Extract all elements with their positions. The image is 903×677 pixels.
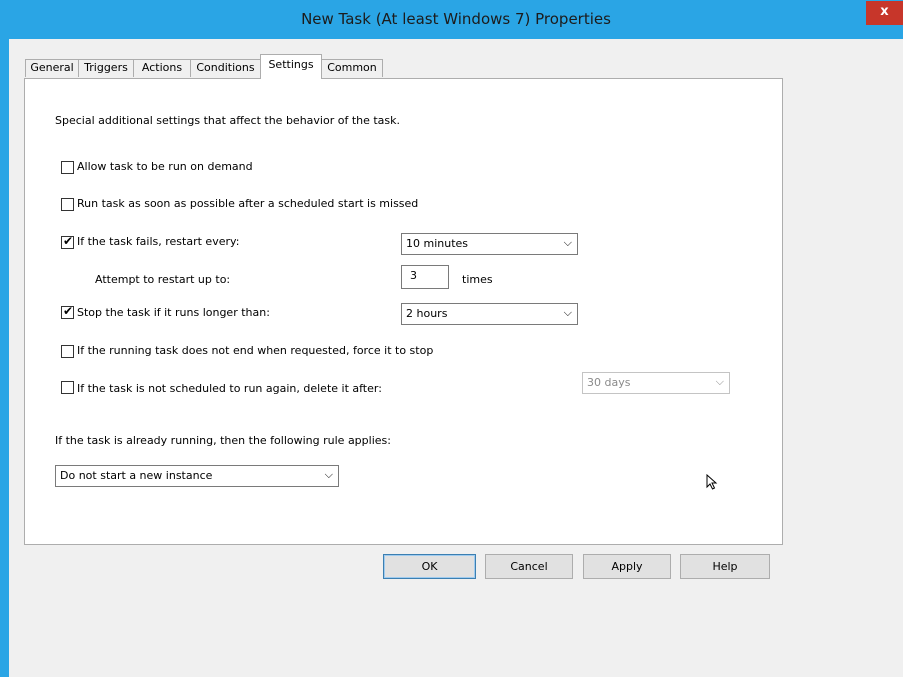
restart-interval-dropdown[interactable]: 10 minutes ⌵ bbox=[401, 233, 578, 255]
run-missed-checkbox[interactable] bbox=[61, 198, 74, 211]
tab-settings[interactable]: Settings bbox=[260, 54, 322, 79]
settings-description: Special additional settings that affect … bbox=[55, 114, 401, 127]
settings-panel: Special additional settings that affect … bbox=[24, 78, 783, 545]
stop-long-checkbox[interactable]: ✔ bbox=[61, 304, 74, 319]
tab-general[interactable]: General bbox=[25, 59, 79, 77]
running-rule-label: If the task is already running, then the… bbox=[55, 434, 391, 447]
run-missed-label: Run task as soon as possible after a sch… bbox=[77, 197, 419, 210]
checkmark-icon: ✔ bbox=[63, 304, 74, 318]
chevron-down-icon: ⌵ bbox=[324, 468, 333, 481]
close-icon: x bbox=[880, 4, 889, 19]
stop-duration-value: 2 hours bbox=[406, 307, 448, 320]
tab-conditions[interactable]: Conditions bbox=[190, 59, 261, 77]
chevron-down-icon: ⌵ bbox=[563, 236, 572, 249]
delete-after-value: 30 days bbox=[587, 376, 631, 389]
restart-on-fail-label: If the task fails, restart every: bbox=[77, 235, 240, 248]
force-stop-label: If the running task does not end when re… bbox=[77, 344, 434, 357]
chevron-down-icon: ⌵ bbox=[563, 306, 572, 319]
properties-dialog: New Task (At least Windows 7) Properties… bbox=[0, 0, 903, 677]
tab-triggers[interactable]: Triggers bbox=[78, 59, 134, 77]
restart-attempts-input[interactable]: 3 bbox=[401, 265, 449, 289]
restart-attempts-unit: times bbox=[462, 273, 493, 286]
stop-long-label: Stop the task if it runs longer than: bbox=[77, 306, 270, 319]
stop-duration-dropdown[interactable]: 2 hours ⌵ bbox=[401, 303, 578, 325]
running-rule-dropdown[interactable]: Do not start a new instance ⌵ bbox=[55, 465, 339, 487]
mouse-cursor-icon bbox=[706, 474, 718, 490]
delete-after-checkbox[interactable] bbox=[61, 381, 74, 394]
ok-button[interactable]: OK bbox=[383, 554, 476, 579]
chevron-down-icon: ⌵ bbox=[715, 375, 724, 388]
tab-actions[interactable]: Actions bbox=[133, 59, 191, 77]
running-rule-value: Do not start a new instance bbox=[60, 469, 213, 482]
checkmark-icon: ✔ bbox=[63, 234, 74, 248]
apply-button[interactable]: Apply bbox=[583, 554, 671, 579]
restart-interval-value: 10 minutes bbox=[406, 237, 469, 250]
delete-after-label: If the task is not scheduled to run agai… bbox=[77, 382, 382, 395]
window-title: New Task (At least Windows 7) Properties bbox=[301, 10, 611, 28]
help-button[interactable]: Help bbox=[680, 554, 770, 579]
delete-after-dropdown[interactable]: 30 days ⌵ bbox=[582, 372, 730, 394]
allow-on-demand-label: Allow task to be run on demand bbox=[77, 160, 253, 173]
tab-common[interactable]: Common bbox=[321, 59, 383, 77]
restart-attempts-label: Attempt to restart up to: bbox=[95, 273, 231, 286]
cancel-button[interactable]: Cancel bbox=[485, 554, 573, 579]
close-button[interactable]: x bbox=[866, 1, 903, 25]
force-stop-checkbox[interactable] bbox=[61, 345, 74, 358]
allow-on-demand-checkbox[interactable] bbox=[61, 161, 74, 174]
title-bar[interactable]: New Task (At least Windows 7) Properties… bbox=[9, 1, 903, 39]
restart-on-fail-checkbox[interactable]: ✔ bbox=[61, 234, 74, 249]
